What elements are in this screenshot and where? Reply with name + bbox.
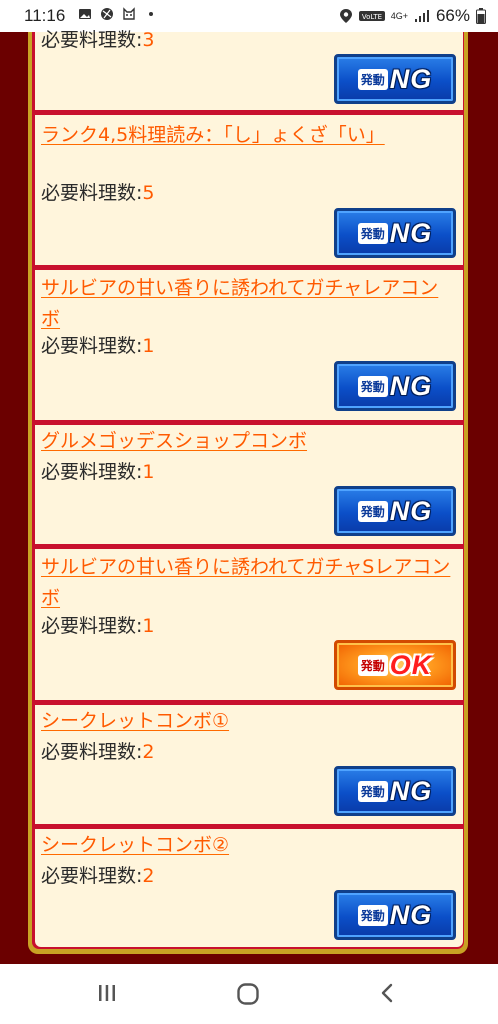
combo-title-link[interactable]: シークレットコンボ② <box>41 830 455 861</box>
home-icon[interactable] <box>236 982 260 1006</box>
required-count: 必要料理数:1 <box>41 614 155 638</box>
required-count: 必要料理数:5 <box>41 181 155 205</box>
combo-card: ランク4,5料理読み：「し」ょくざ「い」 必要料理数:5 発動 NG <box>35 115 463 265</box>
system-nav-bar <box>0 964 498 1024</box>
status-word: NG <box>389 495 433 526</box>
required-count: 必要料理数:2 <box>41 864 155 888</box>
location-icon <box>339 9 352 23</box>
required-count-value: 1 <box>142 461 155 483</box>
required-count-label: 必要料理数: <box>41 29 143 51</box>
soccer-ball-icon <box>101 8 113 20</box>
status-word: NG <box>389 370 433 401</box>
activation-label: 発動 <box>357 654 388 676</box>
clock: 11:16 <box>24 6 66 25</box>
required-count-label: 必要料理数: <box>41 615 143 637</box>
activation-label: 発動 <box>357 68 388 90</box>
required-count-value: 3 <box>142 29 155 51</box>
combo-card: シークレットコンボ② 必要料理数:2 発動 NG <box>35 829 463 947</box>
activation-label: 発動 <box>357 780 388 802</box>
system-icons: VoLTE 4G+ 66% <box>339 6 486 26</box>
required-count: 必要料理数:3 <box>41 28 155 52</box>
combo-title-link[interactable]: サルビアの甘い香りに誘われてガチャレアコンボ <box>41 273 455 335</box>
combo-title-link[interactable]: シークレットコンボ① <box>41 706 455 737</box>
required-count: 必要料理数:2 <box>41 740 155 764</box>
status-word: NG <box>389 217 433 248</box>
required-count: 必要料理数:1 <box>41 334 155 358</box>
combo-title-link[interactable]: サルビアの甘い香りに誘われてガチャSレアコンボ <box>41 552 455 614</box>
required-count: 必要料理数:1 <box>41 460 155 484</box>
activation-label: 発動 <box>357 904 388 926</box>
combo-card: サルビアの甘い香りに誘われてガチャレアコンボ 必要料理数:1 発動 NG <box>35 270 463 420</box>
required-count-value: 2 <box>142 865 155 887</box>
required-count-label: 必要料理数: <box>41 741 143 763</box>
battery-level: 66% <box>435 6 470 25</box>
status-ng-button[interactable]: 発動 NG <box>334 54 456 104</box>
combo-card: 必要料理数:3 発動 NG <box>35 29 463 110</box>
notification-icons <box>78 7 158 21</box>
status-word: OK <box>389 649 433 680</box>
combo-title-link[interactable]: ランク4,5料理読み：「し」ょくざ「い」 <box>41 120 455 151</box>
required-count-label: 必要料理数: <box>41 335 143 357</box>
svg-text:VoLTE: VoLTE <box>362 13 382 21</box>
combo-card: サルビアの甘い香りに誘われてガチャSレアコンボ 必要料理数:1 発動 OK <box>35 549 463 700</box>
combo-title-link[interactable]: グルメゴッデスショップコンボ <box>41 426 455 457</box>
required-count-value: 1 <box>142 615 155 637</box>
required-count-value: 2 <box>142 741 155 763</box>
image-icon <box>79 9 91 19</box>
status-ng-button[interactable]: 発動 NG <box>334 890 456 940</box>
combo-card: シークレットコンボ① 必要料理数:2 発動 NG <box>35 705 463 824</box>
activation-label: 発動 <box>357 500 388 522</box>
status-ng-button[interactable]: 発動 NG <box>334 361 456 411</box>
status-word: NG <box>389 899 433 930</box>
activation-label: 発動 <box>357 222 388 244</box>
network-type: 4G+ <box>390 10 408 21</box>
volte-icon: VoLTE <box>358 11 385 21</box>
signal-icon <box>414 10 429 22</box>
back-icon[interactable] <box>378 982 398 1004</box>
status-word: NG <box>389 63 433 94</box>
status-word: NG <box>389 775 433 806</box>
required-count-label: 必要料理数: <box>41 461 143 483</box>
required-count-value: 1 <box>142 335 155 357</box>
status-ng-button[interactable]: 発動 NG <box>334 208 456 258</box>
activation-label: 発動 <box>357 375 388 397</box>
combo-card: グルメゴッデスショップコンボ 必要料理数:1 発動 NG <box>35 425 463 544</box>
status-ng-button[interactable]: 発動 NG <box>334 486 456 536</box>
required-count-label: 必要料理数: <box>41 182 143 204</box>
cat-icon <box>123 7 135 20</box>
required-count-value: 5 <box>142 182 155 204</box>
recents-icon[interactable] <box>96 982 118 1004</box>
required-count-label: 必要料理数: <box>41 865 143 887</box>
status-ok-button[interactable]: 発動 OK <box>334 640 456 690</box>
dot-icon <box>149 12 153 16</box>
battery-icon <box>476 8 486 24</box>
status-ng-button[interactable]: 発動 NG <box>334 766 456 816</box>
